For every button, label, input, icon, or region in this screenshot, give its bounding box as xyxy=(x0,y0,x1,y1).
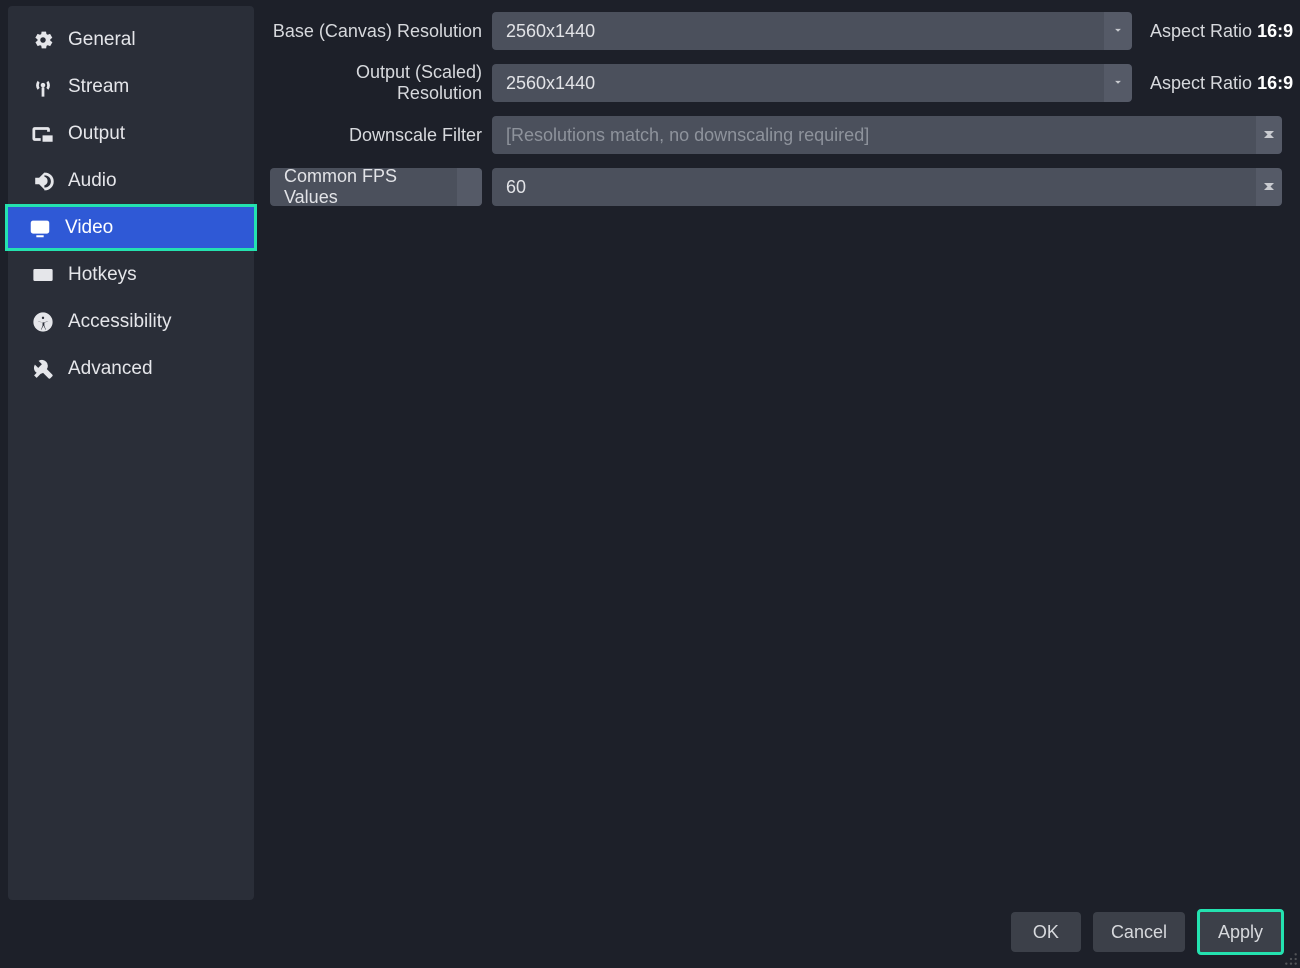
chevron-down-icon xyxy=(1264,136,1274,157)
sidebar-item-stream[interactable]: Stream xyxy=(8,63,254,110)
sidebar-item-label: Hotkeys xyxy=(68,264,137,286)
base-resolution-combo[interactable] xyxy=(492,12,1132,50)
downscale-filter-label: Downscale Filter xyxy=(270,125,482,146)
sidebar-item-label: Video xyxy=(65,217,113,239)
gear-icon xyxy=(32,29,54,51)
sidebar-item-audio[interactable]: Audio xyxy=(8,157,254,204)
chevron-down-icon xyxy=(1111,75,1125,92)
base-resolution-label: Base (Canvas) Resolution xyxy=(270,21,482,42)
resize-grip-icon[interactable] xyxy=(1284,952,1298,966)
sidebar-item-label: Advanced xyxy=(68,358,153,380)
accessibility-icon xyxy=(32,311,54,333)
fps-mode-select[interactable]: Common FPS Values xyxy=(270,168,482,206)
output-resolution-dropdown-button[interactable] xyxy=(1104,64,1132,102)
fps-mode-label: Common FPS Values xyxy=(284,166,451,208)
downscale-filter-row: Downscale Filter xyxy=(270,116,1282,154)
cancel-button[interactable]: Cancel xyxy=(1093,912,1185,952)
monitor-icon xyxy=(29,217,51,239)
chevron-down-icon xyxy=(1111,23,1125,40)
downscale-filter-spin[interactable] xyxy=(1256,116,1282,154)
sidebar-item-hotkeys[interactable]: Hotkeys xyxy=(8,251,254,298)
fps-mode-spin[interactable] xyxy=(457,168,482,206)
dialog-footer: OK Cancel Apply xyxy=(0,906,1300,968)
antenna-icon xyxy=(32,76,54,98)
output-resolution-row: Output (Scaled) Resolution Aspect Ratio … xyxy=(270,64,1282,102)
base-resolution-dropdown-button[interactable] xyxy=(1104,12,1132,50)
output-icon xyxy=(32,123,54,145)
tools-icon xyxy=(32,358,54,380)
fps-value-combo[interactable] xyxy=(492,168,1282,206)
settings-window: General Stream Output Audio Video xyxy=(0,0,1300,906)
sidebar-item-label: Stream xyxy=(68,76,129,98)
base-aspect-ratio: Aspect Ratio 16:9 xyxy=(1142,21,1282,42)
video-settings-panel: Base (Canvas) Resolution Aspect Ratio 16… xyxy=(260,0,1300,906)
sidebar-item-accessibility[interactable]: Accessibility xyxy=(8,298,254,345)
fps-value-spin[interactable] xyxy=(1256,168,1282,206)
base-resolution-row: Base (Canvas) Resolution Aspect Ratio 16… xyxy=(270,12,1282,50)
output-resolution-combo[interactable] xyxy=(492,64,1132,102)
output-aspect-ratio: Aspect Ratio 16:9 xyxy=(1142,73,1282,94)
sidebar-item-label: Accessibility xyxy=(68,311,171,333)
sidebar-item-output[interactable]: Output xyxy=(8,110,254,157)
sidebar-item-label: Output xyxy=(68,123,125,145)
speaker-icon xyxy=(32,170,54,192)
downscale-filter-value xyxy=(492,116,1256,154)
settings-sidebar: General Stream Output Audio Video xyxy=(8,6,254,900)
ok-button[interactable]: OK xyxy=(1011,912,1081,952)
sidebar-item-label: Audio xyxy=(68,170,117,192)
sidebar-item-label: General xyxy=(68,29,136,51)
fps-value-input[interactable] xyxy=(492,168,1256,206)
downscale-filter-combo[interactable] xyxy=(492,116,1282,154)
chevron-down-icon xyxy=(1264,188,1274,209)
base-resolution-input[interactable] xyxy=(492,12,1104,50)
keyboard-icon xyxy=(32,264,54,286)
sidebar-item-video[interactable]: Video xyxy=(5,204,257,251)
sidebar-item-advanced[interactable]: Advanced xyxy=(8,345,254,392)
apply-button[interactable]: Apply xyxy=(1197,909,1284,955)
output-resolution-label: Output (Scaled) Resolution xyxy=(270,62,482,104)
fps-row: Common FPS Values xyxy=(270,168,1282,206)
sidebar-item-general[interactable]: General xyxy=(8,16,254,63)
output-resolution-input[interactable] xyxy=(492,64,1104,102)
